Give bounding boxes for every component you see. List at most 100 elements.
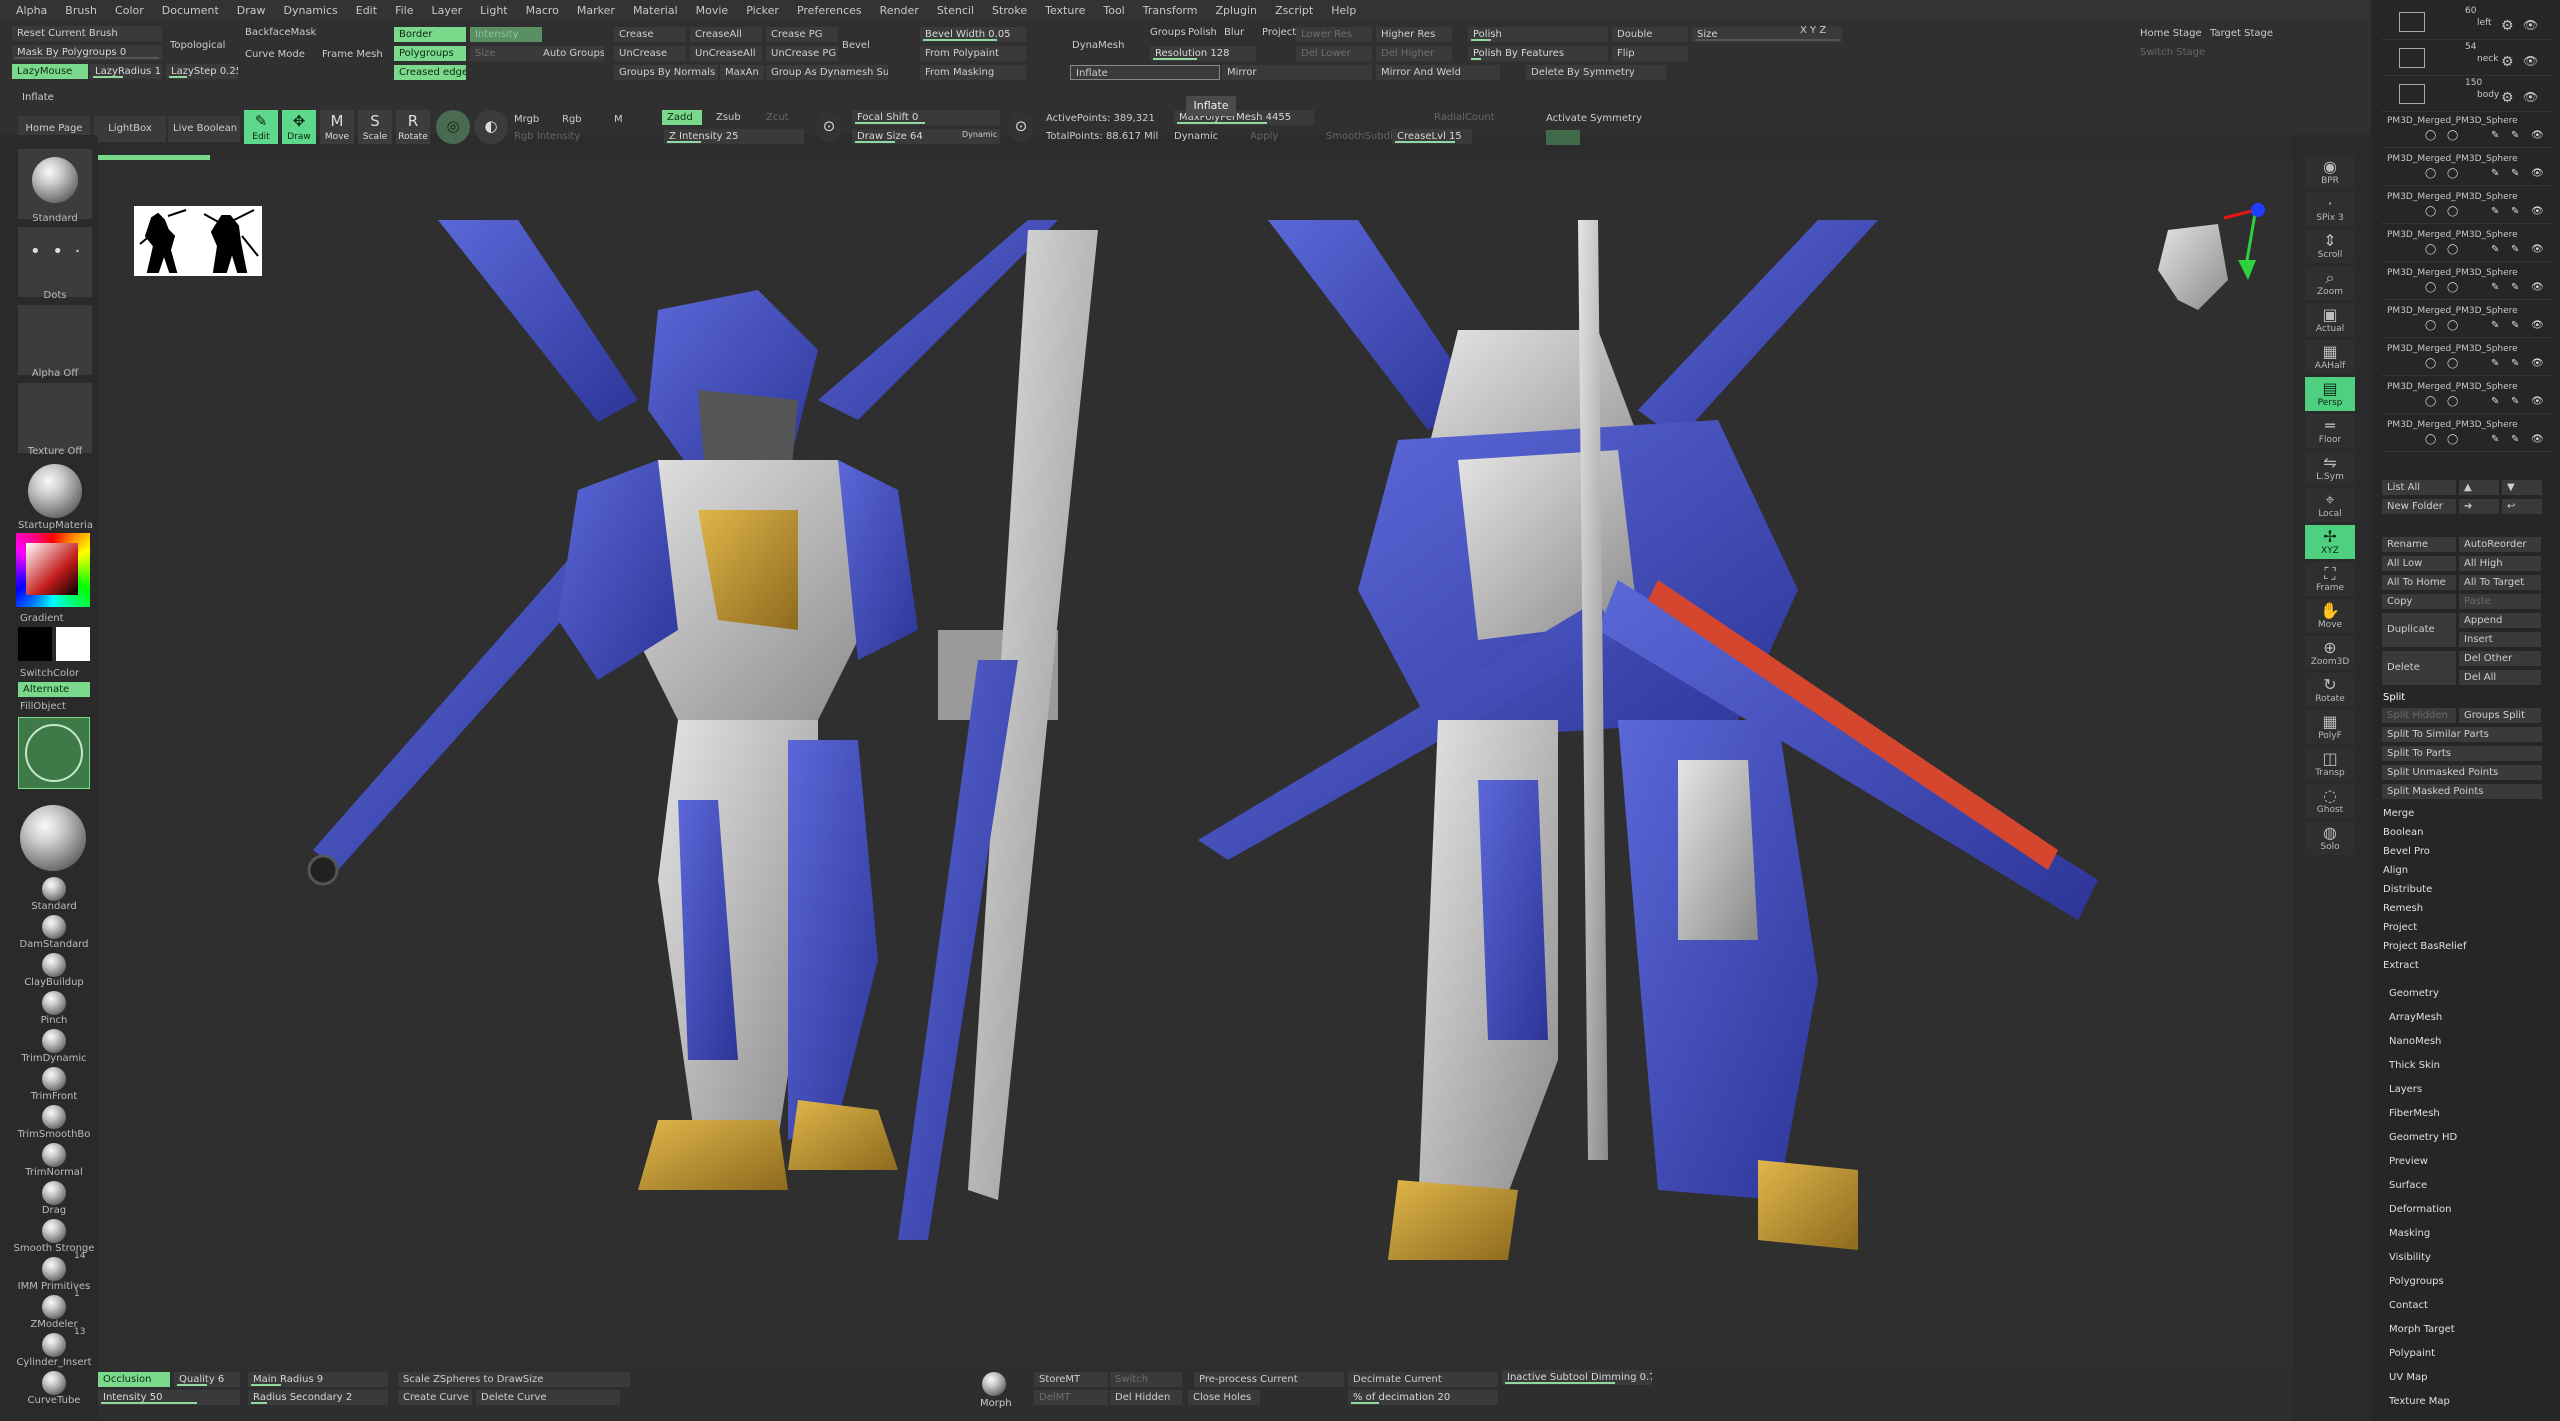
menu-zscript[interactable]: Zscript — [1275, 4, 1313, 17]
smooth-subdiv-slider[interactable]: SmoothSubdiv — [1326, 131, 1399, 142]
move-mode-button[interactable]: M Move — [320, 110, 354, 144]
menu-uv-map[interactable]: UV Map — [2389, 1372, 2559, 1383]
brush-icon[interactable]: ✎ — [2491, 130, 2499, 141]
draw-mode-button[interactable]: ✥ Draw — [282, 110, 316, 144]
from-masking-button[interactable]: From Masking — [920, 65, 1026, 80]
m-toggle[interactable]: M — [614, 114, 623, 125]
brush-icon[interactable]: ✎ — [2491, 244, 2499, 255]
brush-imm-primitives-icon[interactable] — [42, 1257, 66, 1281]
shelf-zoom3d-button[interactable]: ⊕ Zoom3D — [2305, 636, 2355, 670]
z-intensity-slider[interactable]: Z Intensity 25 — [664, 129, 804, 144]
brush-icon[interactable]: ✎ — [2511, 320, 2519, 331]
subtool-toggle-icon[interactable]: ◯ — [2447, 434, 2458, 445]
list-all-button[interactable]: List All — [2382, 480, 2456, 495]
brush-icon[interactable]: ✎ — [2511, 244, 2519, 255]
secondary-color-swatch[interactable] — [56, 627, 90, 661]
brush-icon[interactable]: ✎ — [2511, 434, 2519, 445]
alpha-thumbnail[interactable] — [18, 305, 92, 375]
del-hidden-button[interactable]: Del Hidden — [1110, 1390, 1182, 1405]
menu-geometry-hd[interactable]: Geometry HD — [2389, 1132, 2559, 1143]
close-holes-button[interactable]: Close Holes — [1188, 1390, 1260, 1405]
brush-icon[interactable]: ✎ — [2511, 396, 2519, 407]
shelf-spix-3-button[interactable]: · SPix 3 — [2305, 192, 2355, 226]
menu-macro[interactable]: Macro — [526, 4, 559, 17]
menu-stroke[interactable]: Stroke — [992, 4, 1027, 17]
menu-help[interactable]: Help — [1331, 4, 1356, 17]
mrgb-toggle[interactable]: Mrgb — [514, 114, 539, 125]
higher-res-button[interactable]: Higher Res — [1376, 27, 1452, 42]
sculptris-toggle[interactable]: ⊙ — [816, 112, 842, 142]
subtool-toggle-icon[interactable]: ◯ — [2447, 282, 2458, 293]
shelf-move-button[interactable]: ✋ Move — [2305, 599, 2355, 633]
creased-edges-toggle[interactable]: Creased edges — [394, 65, 466, 80]
menu-edit[interactable]: Edit — [356, 4, 377, 17]
switch-button[interactable]: Switch — [1110, 1372, 1182, 1387]
rotate-mode-button[interactable]: R Rotate — [396, 110, 430, 144]
shelf-local-button[interactable]: ⌖ Local — [2305, 488, 2355, 522]
all-low-button[interactable]: All Low — [2382, 556, 2456, 571]
switch-stage-button[interactable]: Switch Stage — [2140, 47, 2205, 58]
del-all-button[interactable]: Del All — [2459, 670, 2541, 685]
menu-contact[interactable]: Contact — [2389, 1300, 2559, 1311]
brush-icon[interactable]: ✎ — [2491, 434, 2499, 445]
brush-trimdynamic-icon[interactable] — [42, 1029, 66, 1053]
new-folder-button[interactable]: New Folder — [2382, 499, 2456, 514]
texture-thumbnail[interactable] — [18, 383, 92, 453]
subtool-item[interactable]: PM3D_Merged_PM3D_Sphere ◯ ◯ ✎ ✎ 👁 — [2381, 226, 2553, 262]
creaseall-button[interactable]: CreaseAll — [690, 27, 762, 42]
section-distribute[interactable]: Distribute — [2383, 884, 2553, 895]
brush-zmodeler-icon[interactable] — [42, 1295, 66, 1319]
subtool-toggle-icon[interactable]: ◯ — [2447, 244, 2458, 255]
subtool-toggle-icon[interactable]: ◯ — [2425, 206, 2436, 217]
menu-layer[interactable]: Layer — [431, 4, 462, 17]
menu-marker[interactable]: Marker — [577, 4, 615, 17]
subtool-toggle-icon[interactable]: ◯ — [2425, 168, 2436, 179]
all-to-target-button[interactable]: All To Target — [2459, 575, 2541, 590]
blur-slider[interactable]: Blur — [1224, 27, 1244, 38]
del-lower-button[interactable]: Del Lower — [1296, 46, 1372, 61]
subtool-toggle-icon[interactable]: ◯ — [2425, 358, 2436, 369]
menu-render[interactable]: Render — [880, 4, 919, 17]
eye-icon[interactable]: 👁 — [2531, 396, 2544, 407]
menu-stencil[interactable]: Stencil — [937, 4, 974, 17]
dynamesh-button[interactable]: DynaMesh — [1072, 40, 1124, 51]
subtool-item[interactable]: PM3D_Merged_PM3D_Sphere ◯ ◯ ✎ ✎ 👁 — [2381, 188, 2553, 224]
transpose-toggle[interactable]: ◐ — [474, 110, 508, 144]
auto-groups-button[interactable]: Auto Groups — [538, 46, 604, 61]
dynamic-toggle[interactable]: Dynamic — [962, 130, 997, 139]
storemt-button[interactable]: StoreMT — [1034, 1372, 1108, 1387]
del-higher-button[interactable]: Del Higher — [1376, 46, 1452, 61]
rename-button[interactable]: Rename — [2382, 537, 2456, 552]
lower-res-button[interactable]: Lower Res — [1296, 27, 1372, 42]
menu-movie[interactable]: Movie — [696, 4, 729, 17]
subtool-item[interactable]: PM3D_Merged_PM3D_Sphere ◯ ◯ ✎ ✎ 👁 — [2381, 264, 2553, 300]
mirror-and-weld-button[interactable]: Mirror And Weld — [1376, 65, 1500, 80]
home-stage-button[interactable]: Home Stage — [2140, 28, 2202, 39]
menu-fibermesh[interactable]: FiberMesh — [2389, 1108, 2559, 1119]
shelf-actual-button[interactable]: ▣ Actual — [2305, 303, 2355, 337]
subtool-item[interactable]: 54 neck ⚙ 👁 — [2381, 40, 2553, 76]
lazymouse-toggle[interactable]: LazyMouse — [12, 64, 88, 79]
inflate-field[interactable]: Inflate — [1070, 65, 1220, 80]
border-toggle[interactable]: Border — [394, 27, 466, 42]
polish-by-features-slider[interactable]: Polish By Features — [1468, 46, 1608, 61]
flip-button[interactable]: Flip — [1612, 46, 1688, 61]
menu-draw[interactable]: Draw — [237, 4, 266, 17]
shelf-rotate-button[interactable]: ↻ Rotate — [2305, 673, 2355, 707]
eye-icon[interactable]: 👁 — [2531, 434, 2544, 445]
symmetry-x-toggle[interactable] — [1546, 130, 1580, 145]
brush-icon[interactable]: ✎ — [2491, 320, 2499, 331]
all-high-button[interactable]: All High — [2459, 556, 2541, 571]
split-section-header[interactable]: Split — [2383, 692, 2553, 703]
groups-split-button[interactable]: Groups Split — [2459, 708, 2541, 723]
scale-mode-button[interactable]: S Scale — [358, 110, 392, 144]
subtool-toggle-icon[interactable]: ◯ — [2425, 130, 2436, 141]
xyz-axis-toggles[interactable]: X Y Z — [1800, 25, 1826, 36]
brush-icon[interactable]: ✎ — [2491, 396, 2499, 407]
copy-button[interactable]: Copy — [2382, 594, 2456, 609]
double-button[interactable]: Double — [1612, 27, 1688, 42]
decimate-current-button[interactable]: Decimate Current — [1348, 1372, 1498, 1387]
shelf-bpr-button[interactable]: ◉ BPR — [2305, 155, 2355, 189]
menu-preview[interactable]: Preview — [2389, 1156, 2559, 1167]
subtool-toggle-icon[interactable]: ◯ — [2425, 244, 2436, 255]
